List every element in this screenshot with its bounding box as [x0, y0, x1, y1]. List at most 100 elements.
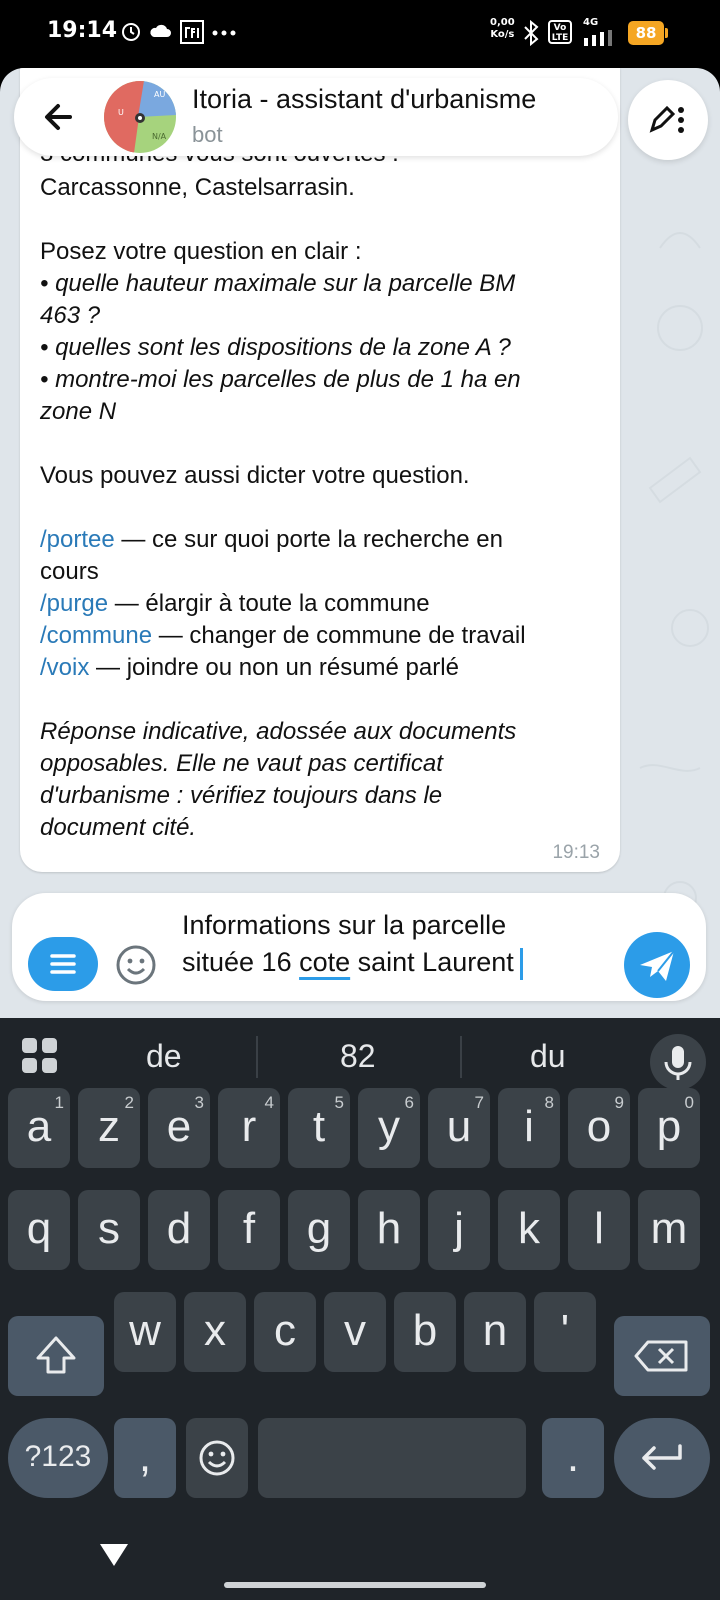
battery-indicator: 88: [628, 21, 668, 45]
command-purge-line: /purge — élargir à toute la commune: [40, 590, 430, 617]
key-t[interactable]: t5: [288, 1088, 350, 1168]
chat-title[interactable]: Itoria - assistant d'urbanisme: [192, 84, 536, 115]
disclaimer-line-1: Réponse indicative, adossée aux document…: [40, 718, 517, 745]
command-portee-line: /portee — ce sur quoi porte la recherche…: [40, 526, 503, 553]
keyboard[interactable]: de 82 du ?123 , . a1z2e3r4t5y6u7i8o9p0qs…: [0, 1018, 720, 1600]
bluetooth-icon: [524, 20, 539, 46]
key-j[interactable]: j: [428, 1190, 490, 1270]
backspace-icon: [634, 1340, 688, 1372]
comma-key[interactable]: ,: [114, 1418, 176, 1498]
message-composer[interactable]: Informations sur la parcelle située 16 c…: [12, 893, 706, 1001]
status-time: 19:14: [47, 18, 118, 43]
command-purge-link[interactable]: /purge: [40, 590, 108, 617]
network-rate: 0,00 Ko/s: [490, 17, 515, 40]
key-b[interactable]: b: [394, 1292, 456, 1372]
key-v[interactable]: v: [324, 1292, 386, 1372]
space-key[interactable]: [258, 1418, 526, 1498]
text-caret: [519, 947, 523, 980]
signal-icon: [584, 30, 612, 46]
example-3-line-1: • montre-moi les parcelles de plus de 1 …: [40, 366, 521, 393]
chat-subtitle: bot: [192, 122, 223, 147]
avatar-label-u: U: [118, 108, 124, 117]
disclaimer-line-2: opposables. Elle ne vaut pas certificat: [40, 750, 443, 777]
suggestion-1[interactable]: de: [146, 1038, 182, 1075]
voice-input-button[interactable]: [650, 1034, 706, 1090]
key-m[interactable]: m: [638, 1190, 700, 1270]
key-k[interactable]: k: [498, 1190, 560, 1270]
emoji-icon[interactable]: [114, 943, 158, 987]
status-bar: 19:14 0,00 Ko/s Vo LTE 4G 88: [0, 0, 720, 68]
emoji-key[interactable]: [186, 1418, 248, 1498]
message-input[interactable]: Informations sur la parcelle située 16 c…: [182, 907, 523, 981]
network-type: 4G: [583, 17, 599, 28]
key-e[interactable]: e3: [148, 1088, 210, 1168]
key-p[interactable]: p0: [638, 1088, 700, 1168]
key-u[interactable]: u7: [428, 1088, 490, 1168]
suggestion-2[interactable]: 82: [340, 1038, 376, 1075]
suggestion-divider: [256, 1036, 258, 1078]
chat-header[interactable]: AU N/A U Itoria - assistant d'urbanisme …: [14, 78, 618, 156]
key-g[interactable]: g: [288, 1190, 350, 1270]
emoji-key-icon: [199, 1440, 235, 1476]
key-l[interactable]: l: [568, 1190, 630, 1270]
key-w[interactable]: w: [114, 1292, 176, 1372]
home-indicator[interactable]: [224, 1582, 486, 1588]
key-z[interactable]: z2: [78, 1088, 140, 1168]
message-prompt: Posez votre question en clair :: [40, 238, 362, 265]
key-d[interactable]: d: [148, 1190, 210, 1270]
example-1-line-2: 463 ?: [40, 302, 101, 329]
enter-icon: [642, 1444, 682, 1470]
bot-commands-button[interactable]: [28, 937, 98, 991]
hide-keyboard-icon[interactable]: [98, 1542, 130, 1568]
command-commune-link[interactable]: /commune: [40, 622, 152, 649]
send-button[interactable]: [624, 932, 690, 998]
volte-badge: Vo LTE: [548, 20, 572, 44]
command-voix-link[interactable]: /voix: [40, 654, 89, 681]
autocorrect-underline[interactable]: cote: [299, 947, 350, 977]
key-i[interactable]: i8: [498, 1088, 560, 1168]
cloud-icon: [150, 24, 171, 37]
key-x[interactable]: x: [184, 1292, 246, 1372]
command-portee-link[interactable]: /portee: [40, 526, 115, 553]
key-y[interactable]: y6: [358, 1088, 420, 1168]
bot-avatar[interactable]: AU N/A U: [104, 81, 176, 153]
back-arrow-icon[interactable]: [32, 90, 86, 144]
key-h[interactable]: h: [358, 1190, 420, 1270]
key-o[interactable]: o9: [568, 1088, 630, 1168]
rfi-app-icon: [180, 20, 204, 44]
microphone-icon: [664, 1046, 692, 1080]
command-portee-line-2: cours: [40, 558, 99, 585]
key-r[interactable]: r4: [218, 1088, 280, 1168]
key-q[interactable]: q: [8, 1190, 70, 1270]
send-icon: [640, 950, 675, 981]
key-a[interactable]: a1: [8, 1088, 70, 1168]
symbols-key[interactable]: ?123: [8, 1418, 108, 1498]
avatar-label-au: AU: [154, 90, 165, 99]
key-f[interactable]: f: [218, 1190, 280, 1270]
example-3-line-2: zone N: [40, 398, 117, 425]
command-commune-line: /commune — changer de commune de travail: [40, 622, 526, 649]
backspace-key[interactable]: [614, 1316, 710, 1396]
key-n[interactable]: n: [464, 1292, 526, 1372]
disclaimer-line-3: d'urbanisme : vérifiez toujours dans le: [40, 782, 443, 809]
menu-lines-icon: [50, 954, 76, 974]
period-key[interactable]: .: [542, 1418, 604, 1498]
alarm-icon: [122, 23, 140, 41]
shift-key[interactable]: [8, 1316, 104, 1396]
key-c[interactable]: c: [254, 1292, 316, 1372]
chat-area[interactable]: 3 communes vous sont ouvertes : Carcasso…: [0, 68, 720, 1018]
bot-message-bubble: 3 communes vous sont ouvertes : Carcasso…: [20, 68, 620, 872]
key-s[interactable]: s: [78, 1190, 140, 1270]
more-notifications-icon: [212, 30, 236, 36]
message-timestamp: 19:13: [552, 842, 600, 863]
message-dictation: Vous pouvez aussi dicter votre question.: [40, 462, 470, 489]
enter-key[interactable]: [614, 1418, 710, 1498]
key-apostrophe[interactable]: ': [534, 1292, 596, 1372]
example-2: • quelles sont les dispositions de la zo…: [40, 334, 511, 361]
bot-menu-button[interactable]: [628, 80, 708, 160]
edit-menu-icon: [649, 105, 684, 133]
disclaimer-line-4: document cité.: [40, 814, 197, 841]
command-voix-line: /voix — joindre ou non un résumé parlé: [40, 654, 459, 681]
example-1-line-1: • quelle hauteur maximale sur la parcell…: [40, 270, 516, 297]
message-communes: Carcassonne, Castelsarrasin.: [40, 174, 355, 201]
